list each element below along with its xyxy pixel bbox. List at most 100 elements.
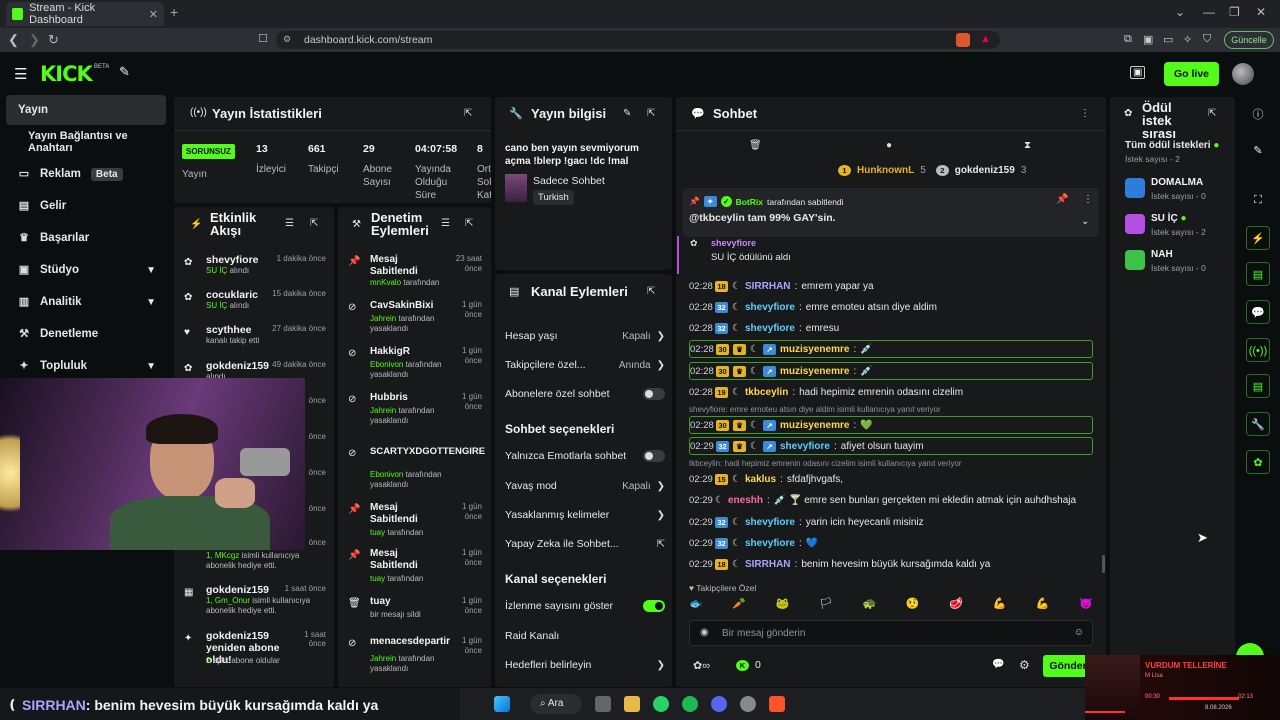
discord-icon[interactable] [711,696,727,712]
pin-icon[interactable]: ✎ [119,64,130,80]
chat-message[interactable]: 02:29 18 ☾ SIRRHAN: benim hevesim büyük kurs… [689,555,1093,573]
tab-search-icon[interactable]: ⌄ [1175,5,1185,19]
brave-rewards-icon[interactable]: ▲ [980,33,991,45]
emote-only-row[interactable]: Yalnızca Emotlarla sohbet [505,450,665,462]
avatar[interactable] [1232,63,1254,85]
message-user[interactable]: eneshh [728,495,763,506]
chat-input[interactable]: ◉ Bir mesaj gönderin ☺ [689,620,1093,646]
info-icon[interactable]: ⓘ [1246,103,1270,127]
trash-icon[interactable]: 🗑 [749,140,762,151]
followers-only-row[interactable]: Takipçilere özel... Anında ❯ [505,359,665,371]
emote-icon[interactable]: 🐟 [689,597,703,613]
studio-icon[interactable]: ▣ [1130,66,1146,79]
browser-tab[interactable]: Stream - Kick Dashboard ✕ [6,2,164,26]
raid-channel-row[interactable]: Raid Kanalı [505,630,665,642]
obs-icon[interactable] [740,696,756,712]
task-view-icon[interactable] [595,696,611,712]
chat-message[interactable]: 02:28 30 ♛ ☾ ↗ muzisyenemre: 💉 [689,340,1093,358]
kick-logo[interactable]: KICK [40,62,93,86]
whatsapp-icon[interactable] [653,696,669,712]
chat-message[interactable]: 02:29 32 ♛ ☾ ↗ shevyfiore: afiyet olsun tuayim [689,437,1093,455]
sidebar-item-achievements[interactable]: ♛ Başarılar [6,223,166,253]
chat-message[interactable]: 02:28 30 ♛ ☾ ↗ muzisyenemre: 💚 [689,416,1093,434]
vpn-icon[interactable]: ⛉ [1203,33,1211,46]
reward-name[interactable]: NAH [1151,249,1173,260]
reward-icon[interactable]: ✿ [1246,450,1270,474]
chat-icon[interactable]: 💬 [1246,300,1270,324]
sidebar-item-stream[interactable]: Yayın [6,95,166,125]
close-tab-icon[interactable]: ✕ [149,8,158,21]
banned-words-row[interactable]: Yasaklanmış kelimeler ❯ [505,509,665,521]
wallet-icon[interactable]: ▭ [1163,33,1173,46]
sidebar-item-community[interactable]: ✦ Topluluk ▼ [6,351,166,381]
focus-icon[interactable]: ⛶ [1246,188,1270,212]
chat-message[interactable]: 02:29 15 ☾ kaklus: sfdafjhvgafs, [689,470,1093,488]
emote-icon[interactable]: 💪 [993,597,1007,613]
popout-icon[interactable]: ⇱ [464,108,472,119]
sidebar-toggle-icon[interactable]: ▣ [1143,33,1153,46]
sidebar-item-moderation[interactable]: ⚒ Denetleme [6,319,166,349]
chat-message[interactable]: 02:29 ☾ eneshh: 💉 🍸 emre sen bunları gerçek… [689,491,1093,509]
taskbar-search[interactable]: ⌕ Ara [530,694,582,714]
chat-icon[interactable]: ● [886,140,892,151]
unpin-icon[interactable]: 📌 [1056,194,1068,205]
sidebar-item-analytics[interactable]: ▥ Analitik ▼ [6,287,166,317]
show-viewcount-toggle[interactable] [643,600,665,612]
maximize-icon[interactable]: ❐ [1229,5,1240,19]
emote-icon[interactable]: 😈 [1079,597,1093,613]
broadcast-icon[interactable]: ((•)) [1246,338,1270,362]
forward-icon[interactable]: ❯ [29,32,40,48]
more-options-icon[interactable]: ⋮ [1080,108,1090,119]
reward-name[interactable]: SU İÇ ● [1151,213,1187,224]
all-requests[interactable]: Tüm ödül istekleri ● [1125,140,1219,151]
more-options-icon[interactable]: ⋮ [1083,194,1093,205]
message-user[interactable]: shevyfiore [745,302,795,313]
emoji-icon[interactable]: ☺ [1074,627,1084,638]
reward-name[interactable]: DOMALMA [1151,177,1203,188]
sidebar-item-studio[interactable]: ▣ Stüdyo ▼ [6,255,166,285]
emote-icon[interactable]: 💪 [1036,597,1050,613]
chat-message[interactable]: 02:28 32 ☾ shevyfiore: emre emoteu atsın diy… [689,298,1093,316]
chat-message[interactable]: 02:28 30 ♛ ☾ ↗ muzisyenemre: 💉 [689,362,1093,380]
chat-message[interactable]: 02:28 32 ☾ shevyfiore: emresu [689,319,1093,337]
brave-icon[interactable] [769,696,785,712]
minimize-icon[interactable]: — [1203,5,1215,19]
message-user[interactable]: muzisyenemre [780,344,849,355]
set-goals-row[interactable]: Hedefleri belirleyin ❯ [505,659,665,671]
chat-message[interactable]: 02:29 32 ☾ shevyfiore: 💙 [689,534,1093,552]
message-user[interactable]: shevyfiore [745,538,795,549]
scrollbar[interactable] [1102,555,1105,573]
channel-points[interactable]: K0 [736,659,761,671]
lightning-icon[interactable]: ⚡ [1246,226,1270,250]
menu-icon[interactable]: ☰ [14,65,27,83]
account-age-row[interactable]: Hesap yaşı Kapalı ❯ [505,330,665,342]
hourglass-icon[interactable]: ⧗ [1024,140,1031,151]
wrench-icon[interactable]: 🔧 [1246,412,1270,436]
subscribers-only-row[interactable]: Abonelere özel sohbet [505,388,665,400]
message-user[interactable]: shevyfiore [745,323,795,334]
chevron-down-icon[interactable]: ⌄ [1081,216,1089,227]
close-window-icon[interactable]: ✕ [1256,5,1266,19]
emote-icon[interactable]: 🥩 [949,597,963,613]
windows-start-icon[interactable] [494,696,510,712]
filter-icon[interactable]: ☰ [441,218,450,229]
document-icon[interactable]: ▤ [1246,262,1270,286]
message-user[interactable]: muzisyenemre [780,420,849,431]
message-user[interactable]: SIRRHAN [745,559,791,570]
emote-icon[interactable]: 🐢 [863,597,877,613]
popout-icon[interactable]: ⇱ [310,218,318,229]
slow-mode-row[interactable]: Yavaş mod Kapalı ❯ [505,480,665,492]
spotify-icon[interactable] [682,696,698,712]
new-tab-icon[interactable]: + [170,4,178,20]
url-field[interactable]: dashboard.kick.com/stream [276,31,1000,49]
filter-icon[interactable]: ☰ [285,218,294,229]
chat-message[interactable]: 02:28 18 ☾ SIRRHAN: emrem yapar ya [689,277,1093,295]
ai-chat-row[interactable]: Yapay Zeka ile Sohbet... ⇱ [505,538,665,550]
message-user[interactable]: shevyfiore [780,441,830,452]
message-user[interactable]: tkbceylin [745,387,788,398]
emote-icon[interactable]: 🐸 [776,597,790,613]
sidebar-item-revenue[interactable]: ▤ Gelir [6,191,166,221]
file-explorer-icon[interactable] [624,696,640,712]
reload-icon[interactable]: ↻ [48,32,59,48]
edit-icon[interactable]: ✎ [1246,139,1270,163]
